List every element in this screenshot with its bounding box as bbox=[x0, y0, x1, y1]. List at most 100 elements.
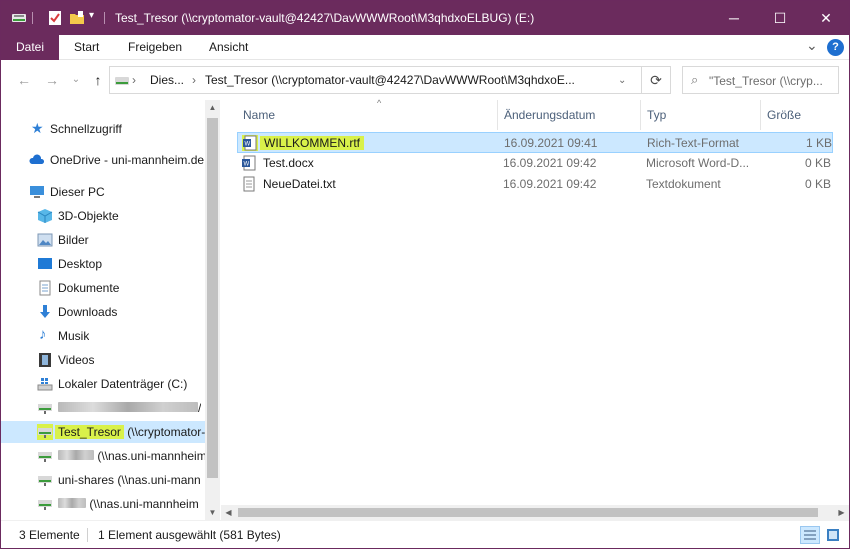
help-icon[interactable]: ? bbox=[827, 39, 844, 56]
file-size: 0 KB bbox=[804, 156, 831, 170]
nav-label: Bilder bbox=[58, 233, 89, 247]
scroll-right-icon[interactable]: ▶ bbox=[834, 505, 849, 520]
nav-3d-objects[interactable]: 3D-Objekte bbox=[1, 205, 205, 227]
nav-documents[interactable]: Dokumente bbox=[1, 277, 205, 299]
breadcrumb-test-tresor[interactable]: Test_Tresor (\\cryptomator-vault@42427\D… bbox=[205, 73, 575, 87]
column-size-label: Größe bbox=[767, 108, 802, 122]
search-input[interactable]: ⌕ "Test_Tresor (\\cryp... bbox=[682, 66, 839, 94]
nav-videos[interactable]: Videos bbox=[1, 349, 205, 371]
nav-uni-shares[interactable]: uni-shares (\\nas.uni-mann bbox=[1, 469, 205, 491]
file-date: 16.09.2021 09:41 bbox=[504, 136, 598, 150]
new-folder-icon[interactable] bbox=[69, 10, 85, 26]
file-size: 1 KB bbox=[805, 136, 832, 150]
scroll-left-icon[interactable]: ◀ bbox=[221, 505, 236, 520]
tab-ansicht[interactable]: Ansicht bbox=[198, 35, 259, 60]
tiles-view-button[interactable] bbox=[823, 526, 843, 544]
tab-freigeben[interactable]: Freigeben bbox=[117, 35, 193, 60]
address-row: ← → ⌄ ↑ › Dies... › Test_Tresor (\\crypt… bbox=[1, 60, 849, 100]
details-view-button[interactable] bbox=[800, 526, 820, 544]
breadcrumb-chevron-icon: › bbox=[192, 73, 196, 87]
cube-icon bbox=[37, 209, 53, 223]
explorer-window: ▾ Test_Tresor (\\cryptomator-vault@42427… bbox=[0, 0, 850, 549]
close-button[interactable]: ✕ bbox=[803, 1, 849, 35]
nav-label: (\\nas.uni-mannheim bbox=[58, 449, 205, 463]
nav-label: Schnellzugriff bbox=[50, 122, 122, 136]
file-row[interactable]: W Test.docx 16.09.2021 09:42 Microsoft W… bbox=[237, 153, 833, 174]
column-type[interactable]: Typ bbox=[641, 100, 761, 130]
pictures-icon bbox=[37, 233, 53, 247]
nav-network-drive-5[interactable]: (\\nas.uni-mannheim bbox=[1, 493, 205, 515]
nav-desktop[interactable]: Desktop bbox=[1, 253, 205, 275]
file-name: NeueDatei.txt bbox=[263, 177, 336, 191]
download-arrow-icon bbox=[40, 305, 50, 318]
scroll-up-icon[interactable]: ▲ bbox=[205, 100, 220, 115]
network-drive-icon bbox=[37, 424, 53, 440]
star-icon: ★ bbox=[31, 120, 44, 136]
properties-icon[interactable] bbox=[47, 10, 63, 26]
nav-label: Videos bbox=[58, 353, 95, 367]
computer-icon bbox=[30, 186, 44, 198]
nav-label-redacted: / bbox=[58, 401, 201, 415]
drive-icon bbox=[115, 77, 129, 85]
address-bar[interactable]: › Dies... › Test_Tresor (\\cryptomator-v… bbox=[109, 66, 671, 94]
nav-onedrive[interactable]: OneDrive - uni-mannheim.de bbox=[1, 149, 205, 171]
column-size[interactable]: Größe bbox=[761, 100, 833, 130]
address-dropdown-icon[interactable]: ⌄ bbox=[618, 75, 626, 86]
tab-datei[interactable]: Datei bbox=[1, 35, 59, 60]
film-icon bbox=[39, 353, 51, 367]
nav-network-drive-3[interactable]: (\\nas.uni-mannheim bbox=[1, 445, 205, 467]
documents-icon bbox=[39, 280, 51, 296]
file-row[interactable]: NeueDatei.txt 16.09.2021 09:42 Textdokum… bbox=[237, 174, 833, 195]
nav-local-disk[interactable]: Lokaler Datenträger (C:) bbox=[1, 373, 205, 395]
breadcrumb-chevron-icon: › bbox=[132, 73, 136, 87]
tab-start[interactable]: Start bbox=[63, 35, 110, 60]
svg-text:W: W bbox=[244, 162, 250, 168]
nav-label: OneDrive - uni-mannheim.de bbox=[50, 153, 205, 167]
minimize-button[interactable]: ─ bbox=[711, 1, 757, 35]
word-docx-icon: W bbox=[242, 155, 256, 171]
scroll-down-icon[interactable]: ▼ bbox=[205, 505, 220, 520]
maximize-button[interactable]: ☐ bbox=[757, 1, 803, 35]
file-row[interactable]: W WILLKOMMEN.rtf 16.09.2021 09:41 Rich-T… bbox=[237, 132, 833, 153]
recent-locations-icon[interactable]: ⌄ bbox=[67, 71, 85, 89]
title-bar: ▾ Test_Tresor (\\cryptomator-vault@42427… bbox=[1, 1, 849, 35]
nav-test-tresor[interactable]: Test_Tresor (\\cryptomator-v bbox=[1, 421, 205, 443]
drive-icon[interactable] bbox=[11, 10, 27, 26]
file-date: 16.09.2021 09:42 bbox=[503, 177, 597, 191]
file-type: Textdokument bbox=[646, 177, 721, 191]
scroll-thumb[interactable] bbox=[207, 118, 218, 478]
nav-quick-access[interactable]: ★ Schnellzugriff bbox=[1, 118, 205, 140]
desktop-icon bbox=[38, 258, 52, 269]
nav-scrollbar[interactable]: ▲ ▼ bbox=[205, 100, 220, 520]
ribbon-expand-icon[interactable]: ⌄ bbox=[806, 37, 818, 54]
nav-pictures[interactable]: Bilder bbox=[1, 229, 205, 251]
nav-downloads[interactable]: Downloads bbox=[1, 301, 205, 323]
network-drive-icon bbox=[38, 500, 52, 510]
word-rtf-icon: W bbox=[242, 135, 258, 151]
breadcrumb-dieser-pc[interactable]: Dies... bbox=[150, 73, 184, 87]
file-name: Test.docx bbox=[263, 156, 314, 170]
file-type: Rich-Text-Format bbox=[647, 136, 740, 150]
navigation-pane: ★ Schnellzugriff OneDrive - uni-mannheim… bbox=[1, 100, 220, 520]
forward-button[interactable]: → bbox=[43, 71, 61, 89]
refresh-button[interactable]: ⟳ bbox=[641, 66, 671, 94]
nav-label: (\\nas.uni-mannheim bbox=[58, 497, 205, 511]
file-list-scrollbar[interactable]: ◀ ▶ bbox=[221, 505, 849, 520]
scroll-thumb[interactable] bbox=[238, 508, 818, 517]
nav-network-drive-1[interactable]: / bbox=[1, 397, 205, 419]
music-note-icon: ♪ bbox=[39, 326, 47, 343]
column-name[interactable]: Name ^ bbox=[237, 98, 498, 130]
nav-label: Lokaler Datenträger (C:) bbox=[58, 377, 188, 391]
nav-label: uni-shares (\\nas.uni-mann bbox=[58, 473, 201, 487]
column-name-label: Name bbox=[243, 108, 276, 122]
nav-label: Desktop bbox=[58, 257, 103, 271]
column-date[interactable]: Änderungsdatum bbox=[498, 100, 641, 130]
nav-this-pc[interactable]: Dieser PC bbox=[1, 181, 205, 203]
back-button[interactable]: ← bbox=[15, 71, 33, 89]
ribbon-tabs: Datei Start Freigeben Ansicht ⌄ ? bbox=[1, 35, 849, 60]
up-button[interactable]: ↑ bbox=[89, 71, 107, 89]
quick-access-dropdown[interactable]: ▾ bbox=[89, 10, 94, 21]
file-list: Name ^ Änderungsdatum Typ Größe W WILLKO… bbox=[221, 98, 849, 520]
nav-label: Test_Tresor (\\cryptomator-v bbox=[55, 425, 205, 439]
nav-music[interactable]: ♪ Musik bbox=[1, 325, 205, 347]
